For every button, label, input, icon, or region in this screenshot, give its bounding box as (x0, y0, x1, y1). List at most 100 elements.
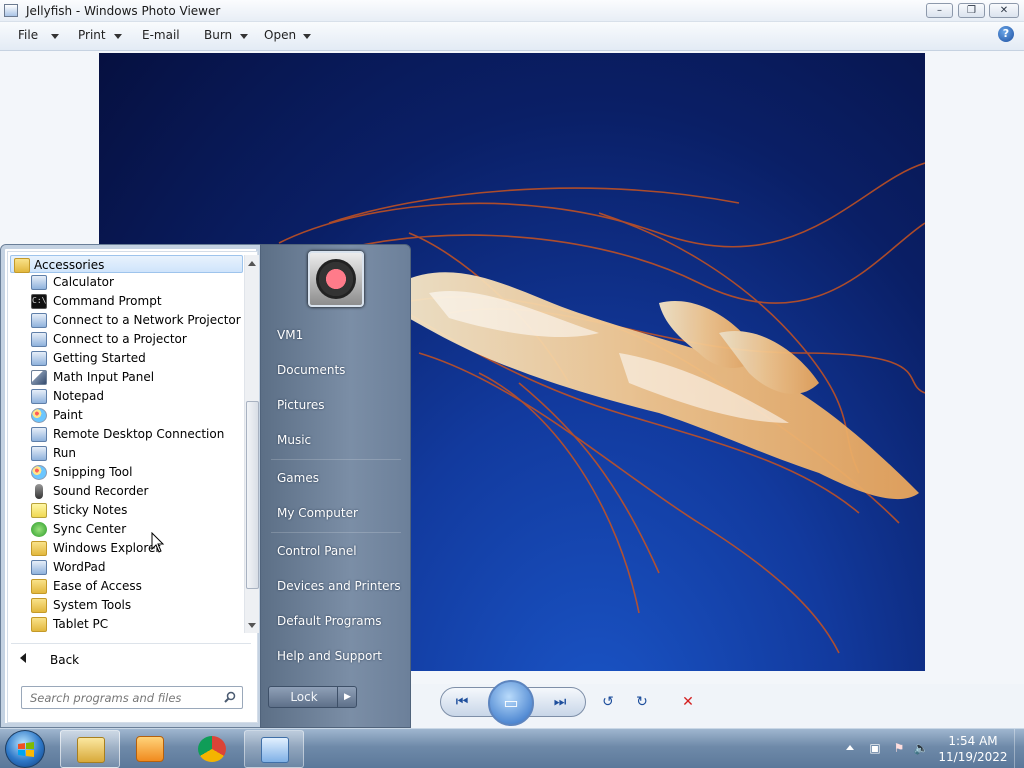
open-menu[interactable]: Open (264, 28, 296, 42)
games-link[interactable]: Games (277, 471, 319, 485)
viewer-controls: ⏮ ▭ ⏭ ↺ ↻ ✕ (420, 680, 720, 726)
close-button[interactable]: ✕ (989, 3, 1019, 18)
program-label: WordPad (53, 560, 106, 574)
program-notepad[interactable]: Notepad (31, 388, 241, 406)
file-dropdown-arrow-icon[interactable] (51, 34, 59, 39)
previous-button[interactable]: ⏮ (448, 690, 476, 714)
print-menu[interactable]: Print (78, 28, 106, 42)
show-hidden-icons-arrow-icon[interactable] (846, 745, 854, 750)
back-arrow-icon (20, 653, 26, 663)
rotate-clockwise-button[interactable]: ↻ (628, 690, 656, 714)
program-windows-explorer[interactable]: Windows Explorer (31, 540, 241, 558)
burn-menu[interactable]: Burn (204, 28, 232, 42)
network-icon[interactable]: ▣ (867, 741, 883, 756)
program-run[interactable]: Run (31, 445, 241, 463)
program-command-prompt[interactable]: C:\ Command Prompt (31, 293, 241, 311)
help-icon[interactable]: ? (998, 26, 1014, 42)
email-button[interactable]: E-mail (142, 28, 180, 42)
program-sound-recorder[interactable]: Sound Recorder (31, 483, 241, 501)
user-avatar[interactable] (308, 251, 364, 307)
scrollbar-thumb[interactable] (246, 401, 259, 589)
program-remote-desktop[interactable]: Remote Desktop Connection (31, 426, 241, 444)
folder-icon (14, 258, 30, 273)
back-label: Back (50, 653, 80, 667)
folder-icon (77, 737, 105, 763)
lock-options-arrow-icon[interactable]: ▶ (337, 687, 357, 707)
folder-icon (31, 598, 47, 613)
photo-viewer-app-icon (4, 4, 18, 17)
pictures-link[interactable]: Pictures (277, 398, 325, 412)
file-menu[interactable]: File (18, 28, 38, 42)
program-label: Remote Desktop Connection (53, 427, 225, 441)
back-button[interactable]: Back (11, 649, 246, 671)
taskbar-chrome[interactable] (182, 730, 242, 768)
minimize-button[interactable]: – (926, 3, 953, 18)
sync-icon (31, 522, 47, 537)
calculator-icon (31, 275, 47, 290)
program-label: Windows Explorer (53, 541, 161, 555)
computer-link[interactable]: My Computer (277, 506, 358, 520)
math-input-icon (31, 370, 47, 385)
separator (271, 459, 401, 460)
clock[interactable]: 1:54 AM 11/19/2022 (934, 733, 1012, 765)
music-link[interactable]: Music (277, 433, 311, 447)
slideshow-button[interactable]: ▭ (488, 680, 534, 726)
folder-tablet-pc[interactable]: Tablet PC (31, 616, 241, 634)
next-button[interactable]: ⏭ (546, 690, 574, 714)
program-getting-started[interactable]: Getting Started (31, 350, 241, 368)
taskbar-media-player[interactable] (120, 730, 180, 768)
burn-dropdown-arrow-icon[interactable] (240, 34, 248, 39)
scroll-down-arrow-icon[interactable] (248, 623, 256, 628)
program-label: Snipping Tool (53, 465, 133, 479)
lock-button[interactable]: Lock ▶ (268, 686, 357, 708)
program-calculator[interactable]: Calculator (31, 274, 241, 292)
explorer-icon (31, 541, 47, 556)
folder-ease-of-access[interactable]: Ease of Access (31, 578, 241, 596)
default-programs-link[interactable]: Default Programs (277, 614, 382, 628)
program-wordpad[interactable]: WordPad (31, 559, 241, 577)
show-desktop-button[interactable] (1014, 729, 1024, 768)
search-input[interactable]: Search programs and files (21, 686, 243, 709)
help-support-link[interactable]: Help and Support (277, 649, 382, 663)
program-label: Sticky Notes (53, 503, 128, 517)
program-label: Ease of Access (53, 579, 142, 593)
rotate-counterclockwise-button[interactable]: ↺ (594, 690, 622, 714)
taskbar-windows-explorer[interactable] (60, 730, 120, 768)
taskbar-photo-viewer[interactable] (244, 730, 304, 768)
wordpad-icon (31, 560, 47, 575)
chrome-icon (198, 736, 226, 762)
folder-icon (31, 579, 47, 594)
turntable-picture-icon (316, 259, 356, 299)
programs-scrollbar[interactable] (244, 255, 259, 633)
user-folder-link[interactable]: VM1 (277, 328, 303, 342)
control-panel-link[interactable]: Control Panel (277, 544, 357, 558)
maximize-button[interactable]: ❐ (958, 3, 985, 18)
run-icon (31, 446, 47, 461)
devices-printers-link[interactable]: Devices and Printers (277, 579, 401, 593)
program-projector[interactable]: Connect to a Projector (31, 331, 241, 349)
volume-icon[interactable]: 🔈 (913, 741, 929, 756)
program-network-projector[interactable]: Connect to a Network Projector (31, 312, 241, 330)
accessories-label: Accessories (34, 258, 105, 272)
program-label: Tablet PC (53, 617, 109, 631)
sticky-notes-icon (31, 503, 47, 518)
start-button[interactable] (5, 730, 45, 768)
program-label: Paint (53, 408, 83, 422)
accessories-folder[interactable]: Accessories (10, 255, 243, 273)
program-paint[interactable]: Paint (31, 407, 241, 425)
program-sticky-notes[interactable]: Sticky Notes (31, 502, 241, 520)
scroll-up-arrow-icon[interactable] (248, 261, 256, 266)
documents-link[interactable]: Documents (277, 363, 345, 377)
search-icon[interactable] (224, 691, 236, 703)
program-label: Connect to a Network Projector (53, 313, 241, 327)
program-math-input[interactable]: Math Input Panel (31, 369, 241, 387)
projector-icon (31, 332, 47, 347)
print-dropdown-arrow-icon[interactable] (114, 34, 122, 39)
program-snipping-tool[interactable]: Snipping Tool (31, 464, 241, 482)
open-dropdown-arrow-icon[interactable] (303, 34, 311, 39)
photo-viewer-icon (261, 737, 289, 763)
folder-system-tools[interactable]: System Tools (31, 597, 241, 615)
action-center-flag-icon[interactable]: ⚑ (891, 741, 907, 756)
delete-button[interactable]: ✕ (674, 690, 702, 714)
program-sync-center[interactable]: Sync Center (31, 521, 241, 539)
